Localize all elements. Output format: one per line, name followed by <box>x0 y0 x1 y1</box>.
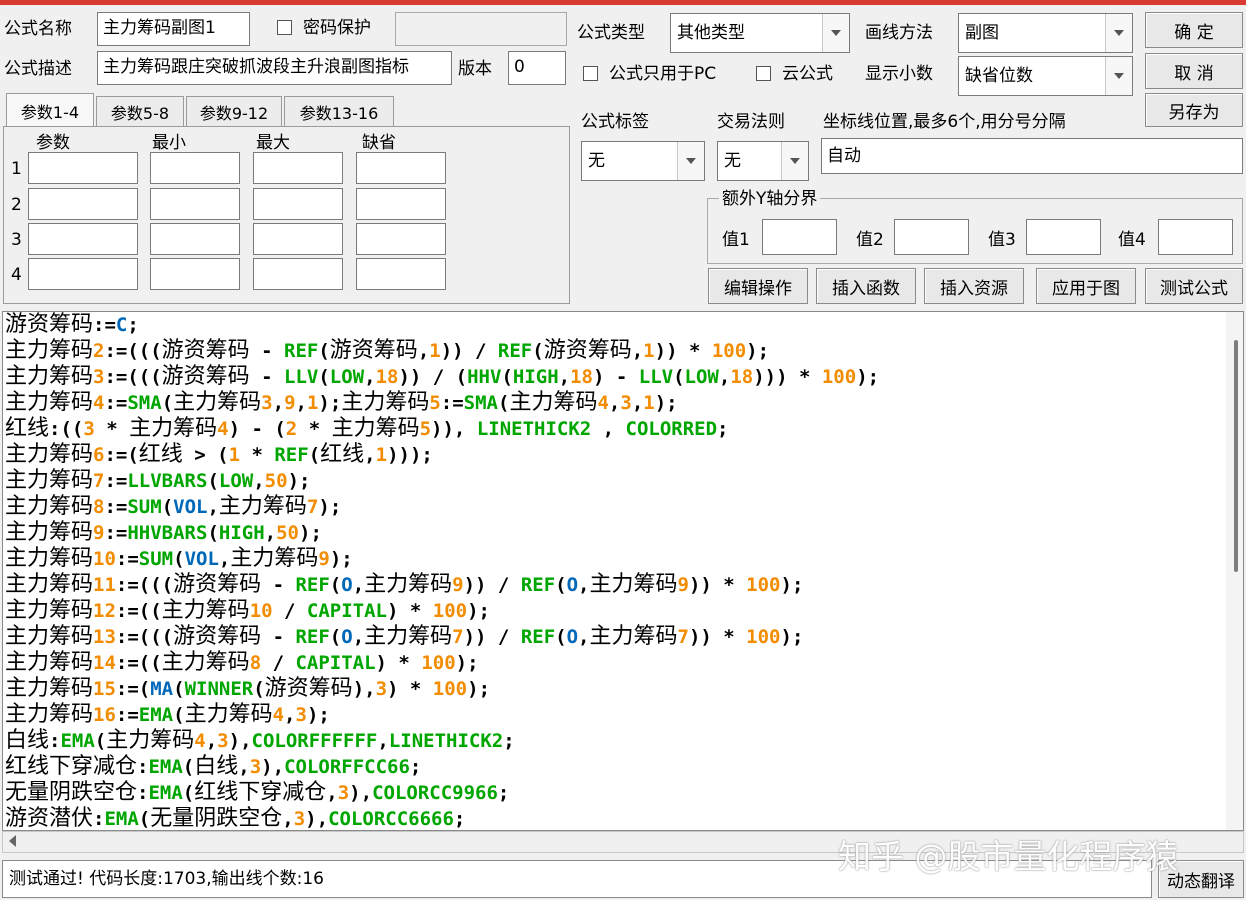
formula-name-input[interactable]: 主力筹码副图1 <box>97 12 250 46</box>
formula-desc-label: 公式描述 <box>4 59 72 79</box>
tab-params-5-8[interactable]: 参数5-8 <box>96 96 184 126</box>
ok-button[interactable]: 确 定 <box>1145 12 1243 48</box>
pc-only-checkbox[interactable] <box>583 66 598 81</box>
param-min-input[interactable] <box>150 152 240 184</box>
tab-params-9-12[interactable]: 参数9-12 <box>186 96 282 126</box>
value4-label: 值4 <box>1118 230 1146 250</box>
value1-label: 值1 <box>722 230 750 250</box>
trade-rule-label: 交易法则 <box>717 112 785 132</box>
formula-type-value: 其他类型 <box>677 23 745 43</box>
param-row-number: 1 <box>11 159 22 179</box>
decimal-label: 显示小数 <box>865 64 933 84</box>
tab-params-1-4[interactable]: 参数1-4 <box>6 93 94 127</box>
param-min-input[interactable] <box>150 258 240 290</box>
version-input[interactable]: 0 <box>508 51 566 85</box>
chevron-down-icon[interactable] <box>822 14 849 52</box>
cancel-button[interactable]: 取 消 <box>1145 53 1243 89</box>
param-max-input[interactable] <box>253 223 343 255</box>
draw-method-label: 画线方法 <box>865 23 933 43</box>
save-as-button[interactable]: 另存为 <box>1145 93 1243 127</box>
code-editor[interactable]: 游资筹码:=C; 主力筹码2:=(((游资筹码 - REF(游资筹码,1)) /… <box>2 311 1244 831</box>
chevron-down-icon[interactable] <box>781 142 808 180</box>
formula-tag-value: 无 <box>588 151 605 171</box>
value2-label: 值2 <box>856 230 884 250</box>
password-protect-label: 密码保护 <box>303 18 371 38</box>
param-default-input[interactable] <box>356 188 446 220</box>
draw-method-select[interactable]: 副图 <box>958 13 1133 53</box>
formula-tag-select[interactable]: 无 <box>581 141 705 181</box>
edit-ops-button[interactable]: 编辑操作 <box>708 268 808 304</box>
chevron-down-icon[interactable] <box>677 142 704 180</box>
param-header-name: 参数 <box>36 133 70 153</box>
param-max-input[interactable] <box>253 188 343 220</box>
param-row-number: 4 <box>11 265 22 285</box>
param-row-number: 3 <box>11 230 22 250</box>
decimal-select[interactable]: 缺省位数 <box>958 56 1133 96</box>
formula-type-label: 公式类型 <box>577 23 645 43</box>
password-protect-checkbox[interactable] <box>277 20 292 35</box>
value2-input[interactable] <box>894 219 969 255</box>
pc-only-label: 公式只用于PC <box>609 64 717 84</box>
param-max-input[interactable] <box>253 258 343 290</box>
version-label: 版本 <box>458 59 492 79</box>
param-max-input[interactable] <box>253 152 343 184</box>
extra-y-axis-label: 额外Y轴分界 <box>719 188 821 210</box>
axis-line-label: 坐标线位置,最多6个,用分号分隔 <box>823 112 1066 132</box>
formula-desc-input[interactable]: 主力筹码跟庄突破抓波段主升浪副图指标 <box>97 51 452 85</box>
value4-input[interactable] <box>1158 219 1233 255</box>
param-default-input[interactable] <box>356 152 446 184</box>
title-accent-bar <box>0 0 1246 5</box>
chevron-down-icon[interactable] <box>1105 14 1132 52</box>
axis-line-input[interactable]: 自动 <box>821 138 1243 174</box>
insert-function-button[interactable]: 插入函数 <box>816 268 916 304</box>
scroll-thumb[interactable] <box>1234 340 1238 572</box>
value1-input[interactable] <box>762 219 837 255</box>
param-name-input[interactable] <box>28 223 138 255</box>
param-row-number: 2 <box>11 195 22 215</box>
param-name-input[interactable] <box>28 258 138 290</box>
scroll-left-icon[interactable] <box>9 835 16 847</box>
vertical-scrollbar[interactable] <box>1226 312 1243 830</box>
draw-method-value: 副图 <box>965 23 999 43</box>
formula-type-select[interactable]: 其他类型 <box>670 13 850 53</box>
cloud-formula-checkbox[interactable] <box>756 66 771 81</box>
formula-name-label: 公式名称 <box>4 19 72 39</box>
param-name-input[interactable] <box>28 188 138 220</box>
param-name-input[interactable] <box>28 152 138 184</box>
param-default-input[interactable] <box>356 258 446 290</box>
insert-resource-button[interactable]: 插入资源 <box>924 268 1024 304</box>
param-min-input[interactable] <box>150 188 240 220</box>
chevron-down-icon[interactable] <box>1105 57 1132 95</box>
param-header-min: 最小 <box>152 133 186 153</box>
param-header-max: 最大 <box>256 133 290 153</box>
formula-tag-label: 公式标签 <box>581 112 649 132</box>
trade-rule-value: 无 <box>724 151 741 171</box>
watermark: 知乎 @股市量化程序猿 <box>838 837 1179 876</box>
value3-input[interactable] <box>1026 219 1101 255</box>
test-formula-button[interactable]: 测试公式 <box>1145 268 1243 304</box>
cloud-formula-label: 云公式 <box>782 64 833 84</box>
trade-rule-select[interactable]: 无 <box>717 141 809 181</box>
decimal-value: 缺省位数 <box>965 66 1033 86</box>
value3-label: 值3 <box>988 230 1016 250</box>
code-text[interactable]: 游资筹码:=C; 主力筹码2:=(((游资筹码 - REF(游资筹码,1)) /… <box>5 312 879 830</box>
tab-params-13-16[interactable]: 参数13-16 <box>284 96 394 126</box>
param-header-default: 缺省 <box>362 133 396 153</box>
password-input[interactable] <box>395 12 567 46</box>
param-min-input[interactable] <box>150 223 240 255</box>
param-default-input[interactable] <box>356 223 446 255</box>
apply-to-chart-button[interactable]: 应用于图 <box>1036 268 1136 304</box>
